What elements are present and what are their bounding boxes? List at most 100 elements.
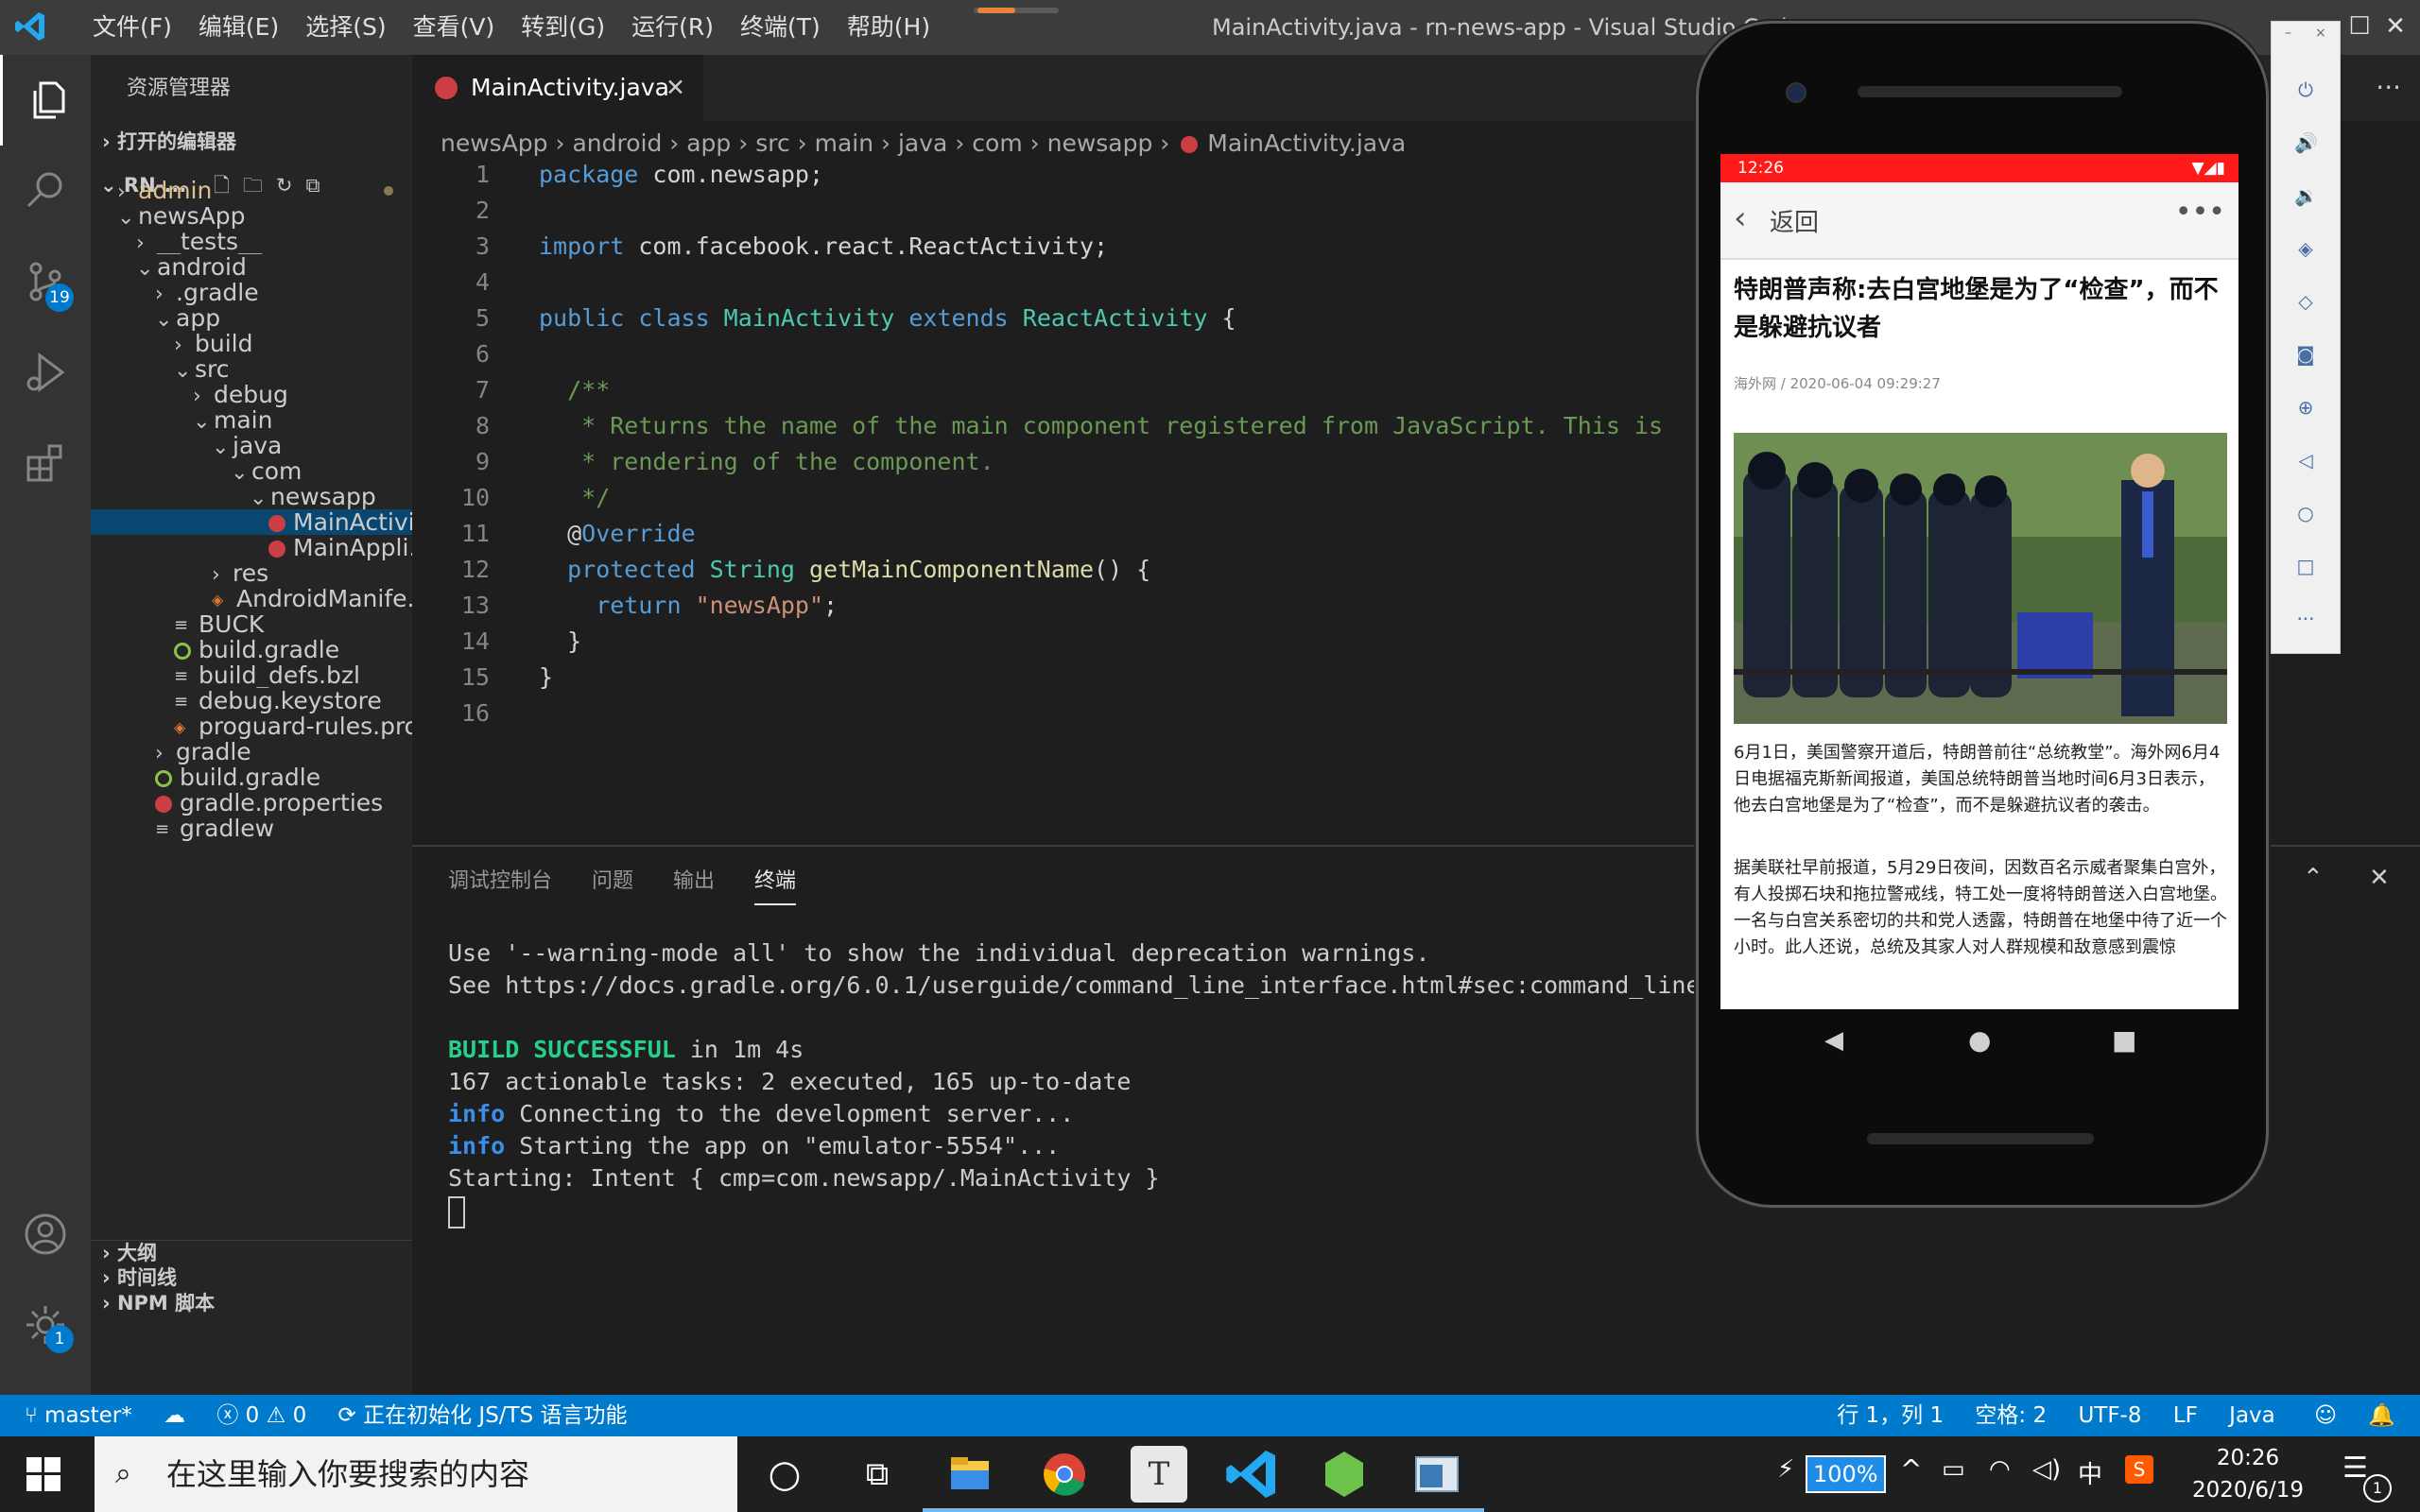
breadcrumb-item[interactable]: main xyxy=(815,129,873,157)
tree-item[interactable]: build.gradle xyxy=(91,637,412,662)
ime-indicator[interactable]: 中 xyxy=(2078,1455,2102,1490)
article-photo[interactable] xyxy=(1734,433,2227,724)
run-debug-activity[interactable] xyxy=(0,327,91,418)
tree-item[interactable]: ⌄ com xyxy=(91,458,412,484)
breadcrumb-item[interactable]: com xyxy=(972,129,1022,157)
volume-up-icon[interactable]: 🔊 xyxy=(2294,131,2318,154)
emu-back-icon[interactable]: ◁ xyxy=(2294,449,2317,472)
menu-item[interactable]: 编辑(E) xyxy=(185,0,292,55)
nav-recents-icon[interactable]: ■ xyxy=(2112,1024,2136,1056)
tree-item[interactable]: MainActivi... xyxy=(91,509,412,535)
breadcrumb-item[interactable]: java xyxy=(898,129,947,157)
tree-item[interactable]: › admin xyxy=(91,178,412,203)
menu-item[interactable]: 文件(F) xyxy=(79,0,185,55)
more-actions-icon[interactable]: ··· xyxy=(2376,55,2401,121)
encoding[interactable]: UTF-8 xyxy=(2078,1403,2141,1428)
manage-activity[interactable]: 1 xyxy=(0,1280,91,1370)
search-activity[interactable] xyxy=(0,146,91,236)
panel-tab[interactable]: 问题 xyxy=(592,864,633,905)
task-view-icon[interactable]: ⧉ xyxy=(849,1446,906,1503)
maximize-panel-icon[interactable]: ⌃ xyxy=(2303,864,2324,892)
sync-icon[interactable]: ☁ xyxy=(164,1403,185,1428)
tree-item[interactable]: › .gradle xyxy=(91,280,412,305)
emulator-screen[interactable]: 12:26 ▼◢▮ ‹ 返回 ••• 特朗普声称:去白宫地堡是为了“检查”，而不… xyxy=(1720,154,2238,1009)
menu-item[interactable]: 运行(R) xyxy=(618,0,727,55)
breadcrumb-item[interactable]: src xyxy=(755,129,790,157)
tree-item[interactable]: › build xyxy=(91,331,412,356)
file-explorer-icon[interactable] xyxy=(923,1446,1017,1512)
error-count[interactable]: 0 xyxy=(246,1403,260,1428)
tab-mainactivity[interactable]: MainActivity.java ✕ xyxy=(412,55,703,121)
eol[interactable]: LF xyxy=(2173,1403,2198,1428)
menu-item[interactable]: 转到(G) xyxy=(508,0,618,55)
tree-item[interactable]: ≡ BUCK xyxy=(91,611,412,637)
explorer-activity[interactable] xyxy=(0,55,94,146)
tree-item[interactable]: ◈ proguard-rules.pro xyxy=(91,713,412,739)
menu-item[interactable]: 帮助(H) xyxy=(834,0,943,55)
emu-home-icon[interactable]: ○ xyxy=(2294,502,2317,524)
nav-back-icon[interactable]: ◀ xyxy=(1824,1026,1843,1055)
sidebar-section[interactable]: › 时间线 xyxy=(91,1265,412,1291)
taskbar-search[interactable]: ⌕ 在这里输入你要搜索的内容 xyxy=(95,1436,737,1512)
breadcrumb-item[interactable]: app xyxy=(686,129,731,157)
typora-icon[interactable]: T xyxy=(1112,1446,1206,1512)
emu-overview-icon[interactable]: □ xyxy=(2294,555,2317,577)
tree-item[interactable]: › __tests__ xyxy=(91,229,412,254)
overflow-menu-icon[interactable]: ••• xyxy=(2175,196,2225,229)
cursor-position[interactable]: 行 1，列 1 xyxy=(1837,1403,1944,1428)
wifi-icon[interactable]: ◠ xyxy=(1989,1455,2011,1484)
extensions-activity[interactable] xyxy=(0,418,91,508)
breadcrumb-item[interactable]: android xyxy=(572,129,662,157)
feedback-icon[interactable]: ☺ xyxy=(2314,1403,2337,1428)
nav-home-icon[interactable]: ● xyxy=(1968,1024,1991,1056)
tree-item[interactable]: ⌄ android xyxy=(91,254,412,280)
tree-item[interactable]: ⌄ app xyxy=(91,305,412,331)
sidebar-section[interactable]: › NPM 脚本 xyxy=(91,1291,412,1316)
sogou-input-icon[interactable]: S xyxy=(2125,1455,2153,1484)
emulator-close-icon[interactable]: × xyxy=(2315,26,2326,41)
clock[interactable]: 20:26 2020/6/19 xyxy=(2191,1442,2305,1506)
panel-tab[interactable]: 输出 xyxy=(673,864,715,905)
vscode-logo-icon[interactable] xyxy=(13,9,47,43)
tree-item[interactable]: gradle.properties xyxy=(91,790,412,816)
tree-item[interactable]: › res xyxy=(91,560,412,586)
action-center-icon[interactable]: ☰ xyxy=(2342,1452,2368,1485)
battery-indicator[interactable]: 100% xyxy=(1806,1455,1886,1493)
volume-icon[interactable]: ◁) xyxy=(2032,1455,2061,1484)
branch-label[interactable]: master* xyxy=(44,1403,132,1428)
breadcrumb-item[interactable]: newsApp xyxy=(441,129,548,157)
language-mode[interactable]: Java xyxy=(2229,1403,2275,1428)
power-icon[interactable]: ⏻ xyxy=(2294,78,2317,101)
rotate-right-icon[interactable]: ◇ xyxy=(2294,290,2317,313)
open-editors-section[interactable]: › 打开的编辑器 xyxy=(91,123,412,161)
terminal-output[interactable]: Use '--warning-mode all' to show the ind… xyxy=(448,937,1701,1194)
cortana-icon[interactable]: ○ xyxy=(756,1446,813,1503)
sidebar-section[interactable]: › 大纲 xyxy=(91,1240,412,1266)
tree-item[interactable]: ⌄ main xyxy=(91,407,412,433)
tree-item[interactable]: MainAppli... xyxy=(91,535,412,560)
close-panel-icon[interactable]: ✕ xyxy=(2369,864,2390,892)
nodejs-icon[interactable] xyxy=(1297,1446,1392,1512)
camera-icon[interactable]: ◙ xyxy=(2294,343,2317,366)
source-control-activity[interactable]: 19 xyxy=(0,236,91,327)
windows-start-icon[interactable] xyxy=(26,1457,60,1491)
emu-more-icon[interactable]: ··· xyxy=(2294,608,2317,630)
tree-item[interactable]: ⌄ src xyxy=(91,356,412,382)
menu-item[interactable]: 终端(T) xyxy=(727,0,834,55)
tree-item[interactable]: ⌄ java xyxy=(91,433,412,458)
rotate-left-icon[interactable]: ◈ xyxy=(2294,237,2317,260)
emulator-taskbar-icon[interactable] xyxy=(1390,1446,1484,1512)
tree-item[interactable]: build.gradle xyxy=(91,765,412,790)
indentation[interactable]: 空格: 2 xyxy=(1975,1403,2047,1428)
menu-item[interactable]: 选择(S) xyxy=(292,0,399,55)
breadcrumb-item[interactable]: newsapp xyxy=(1047,129,1153,157)
accounts-activity[interactable] xyxy=(0,1189,91,1280)
tree-item[interactable]: ⌄ newsApp xyxy=(91,203,412,229)
zoom-icon[interactable]: ⊕ xyxy=(2294,396,2317,419)
emulator-minimize-icon[interactable]: – xyxy=(2285,26,2291,41)
notifications-icon[interactable]: 🔔 xyxy=(2368,1403,2395,1428)
tree-item[interactable]: ≡ gradlew xyxy=(91,816,412,841)
warning-count[interactable]: 0 xyxy=(293,1403,307,1428)
tree-item[interactable]: › gradle xyxy=(91,739,412,765)
volume-down-icon[interactable]: 🔉 xyxy=(2294,184,2318,207)
